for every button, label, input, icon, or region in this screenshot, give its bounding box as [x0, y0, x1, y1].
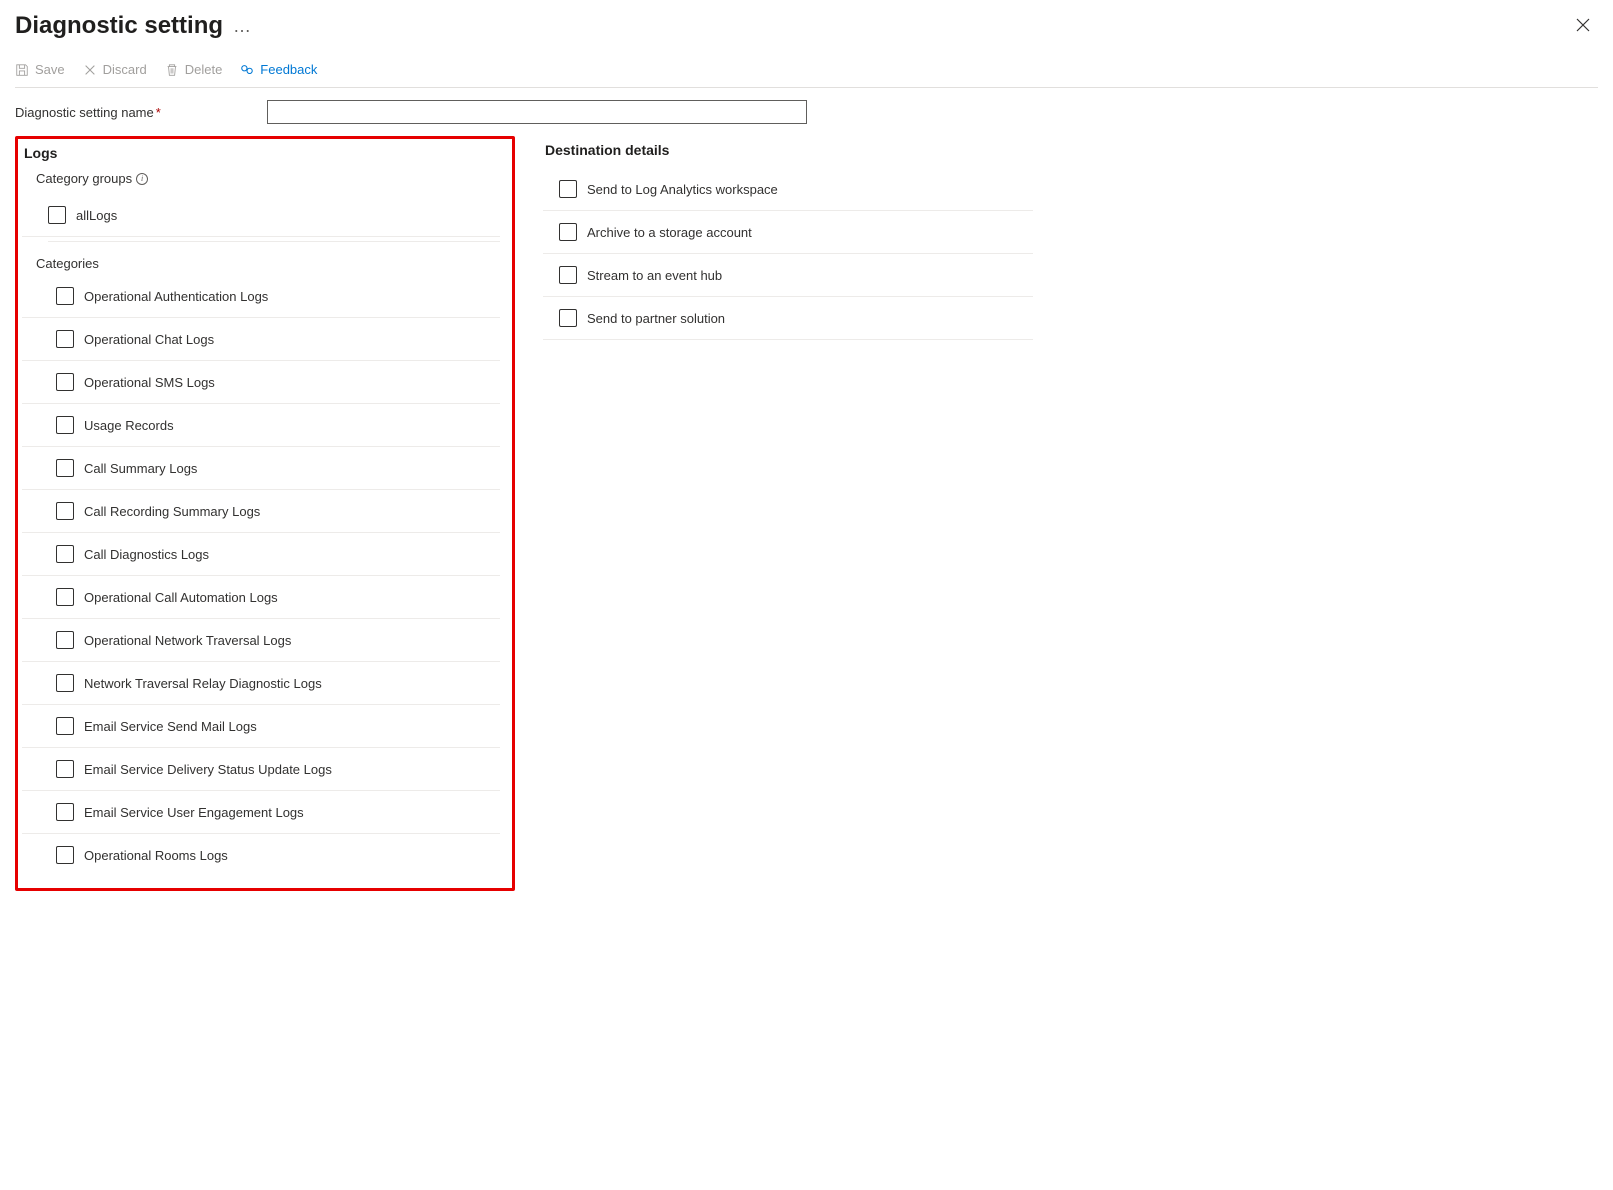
category-checkbox[interactable] — [56, 674, 74, 692]
delete-label: Delete — [185, 62, 223, 77]
alllogs-checkbox[interactable] — [48, 206, 66, 224]
category-label: Operational Chat Logs — [84, 332, 214, 347]
name-input[interactable] — [267, 100, 807, 124]
discard-button[interactable]: Discard — [83, 62, 147, 77]
destination-row: Send to partner solution — [543, 297, 1033, 340]
category-label: Operational Rooms Logs — [84, 848, 228, 863]
categories-label: Categories — [22, 242, 500, 275]
category-row: Usage Records — [22, 404, 500, 447]
category-label: Call Diagnostics Logs — [84, 547, 209, 562]
category-checkbox[interactable] — [56, 760, 74, 778]
feedback-label: Feedback — [260, 62, 317, 77]
alllogs-row: allLogs — [22, 194, 500, 237]
destination-checkbox[interactable] — [559, 266, 577, 284]
destination-label: Send to partner solution — [587, 311, 725, 326]
destination-title: Destination details — [543, 142, 1033, 158]
category-row: Call Diagnostics Logs — [22, 533, 500, 576]
name-label: Diagnostic setting name* — [15, 105, 255, 120]
category-checkbox[interactable] — [56, 631, 74, 649]
category-row: Operational Network Traversal Logs — [22, 619, 500, 662]
category-row: Operational Call Automation Logs — [22, 576, 500, 619]
destination-row: Archive to a storage account — [543, 211, 1033, 254]
close-button[interactable] — [1568, 13, 1598, 39]
category-label: Operational Authentication Logs — [84, 289, 268, 304]
category-groups-label: Category groups i — [22, 171, 500, 186]
category-row: Network Traversal Relay Diagnostic Logs — [22, 662, 500, 705]
page-title: Diagnostic setting — [15, 12, 223, 40]
destination-label: Archive to a storage account — [587, 225, 752, 240]
required-indicator: * — [156, 105, 161, 120]
more-menu[interactable]: … — [233, 16, 253, 37]
category-checkbox[interactable] — [56, 416, 74, 434]
category-label: Operational Call Automation Logs — [84, 590, 278, 605]
category-label: Call Recording Summary Logs — [84, 504, 260, 519]
category-checkbox[interactable] — [56, 459, 74, 477]
feedback-button[interactable]: Feedback — [240, 62, 317, 77]
category-row: Call Summary Logs — [22, 447, 500, 490]
category-row: Email Service Delivery Status Update Log… — [22, 748, 500, 791]
category-checkbox[interactable] — [56, 502, 74, 520]
category-label: Call Summary Logs — [84, 461, 197, 476]
discard-label: Discard — [103, 62, 147, 77]
category-label: Network Traversal Relay Diagnostic Logs — [84, 676, 322, 691]
category-checkbox[interactable] — [56, 373, 74, 391]
save-label: Save — [35, 62, 65, 77]
destination-checkbox[interactable] — [559, 223, 577, 241]
category-row: Email Service User Engagement Logs — [22, 791, 500, 834]
category-label: Email Service User Engagement Logs — [84, 805, 304, 820]
logs-section: Logs Category groups i allLogs Categorie… — [15, 136, 515, 891]
command-bar: Save Discard Delete Feedback — [15, 48, 1598, 88]
save-icon — [15, 63, 29, 77]
destination-checkbox[interactable] — [559, 180, 577, 198]
destination-checkbox[interactable] — [559, 309, 577, 327]
feedback-icon — [240, 63, 254, 77]
save-button[interactable]: Save — [15, 62, 65, 77]
alllogs-label: allLogs — [76, 208, 117, 223]
category-checkbox[interactable] — [56, 330, 74, 348]
category-row: Operational SMS Logs — [22, 361, 500, 404]
category-checkbox[interactable] — [56, 717, 74, 735]
category-label: Email Service Send Mail Logs — [84, 719, 257, 734]
category-label: Operational Network Traversal Logs — [84, 633, 291, 648]
delete-icon — [165, 63, 179, 77]
destination-label: Send to Log Analytics workspace — [587, 182, 778, 197]
category-row: Operational Authentication Logs — [22, 275, 500, 318]
logs-title: Logs — [22, 145, 500, 161]
category-row: Operational Rooms Logs — [22, 834, 500, 876]
category-label: Operational SMS Logs — [84, 375, 215, 390]
category-checkbox[interactable] — [56, 803, 74, 821]
category-label: Usage Records — [84, 418, 174, 433]
category-row: Email Service Send Mail Logs — [22, 705, 500, 748]
discard-icon — [83, 63, 97, 77]
category-checkbox[interactable] — [56, 545, 74, 563]
close-icon — [1576, 18, 1590, 32]
destination-label: Stream to an event hub — [587, 268, 722, 283]
destination-row: Send to Log Analytics workspace — [543, 168, 1033, 211]
category-checkbox[interactable] — [56, 287, 74, 305]
category-row: Call Recording Summary Logs — [22, 490, 500, 533]
category-checkbox[interactable] — [56, 846, 74, 864]
destination-row: Stream to an event hub — [543, 254, 1033, 297]
category-row: Operational Chat Logs — [22, 318, 500, 361]
category-label: Email Service Delivery Status Update Log… — [84, 762, 332, 777]
delete-button[interactable]: Delete — [165, 62, 223, 77]
category-checkbox[interactable] — [56, 588, 74, 606]
info-icon[interactable]: i — [136, 173, 148, 185]
destination-section: Destination details Send to Log Analytic… — [533, 136, 1033, 340]
